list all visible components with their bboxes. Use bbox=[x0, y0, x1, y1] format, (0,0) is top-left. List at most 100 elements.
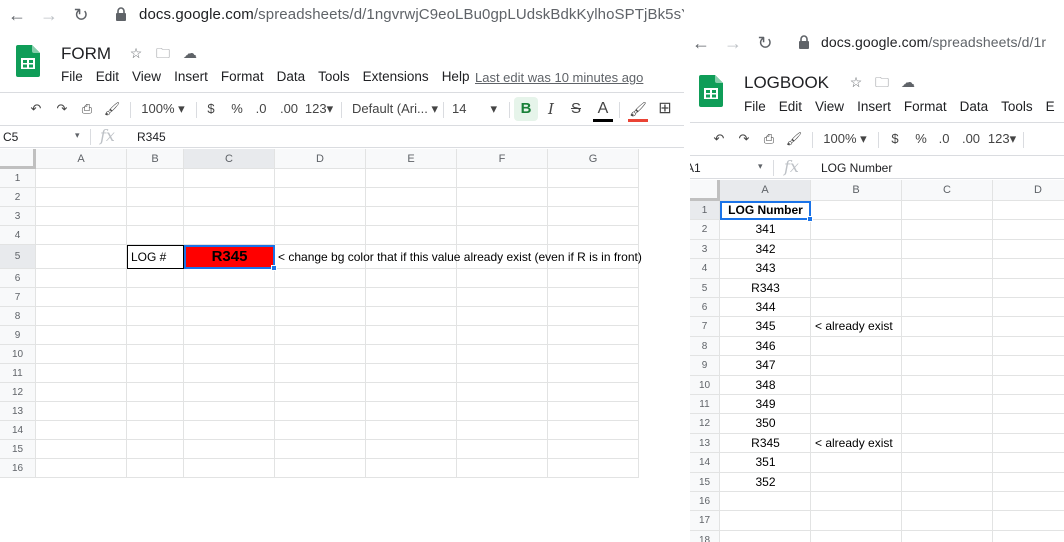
menu-insert[interactable]: Insert bbox=[857, 99, 891, 114]
menu-tools[interactable]: Tools bbox=[1001, 99, 1033, 114]
last-edit-link[interactable]: Last edit was 10 minutes ago bbox=[475, 70, 643, 85]
increase-decimal-button[interactable]: .00 bbox=[960, 123, 982, 155]
redo-icon[interactable]: ↷ bbox=[734, 123, 754, 155]
row-header-14[interactable]: 14 bbox=[0, 421, 36, 440]
menu-data[interactable]: Data bbox=[960, 99, 989, 114]
bold-button[interactable]: B bbox=[514, 97, 538, 121]
log-number-cell[interactable]: 347 bbox=[720, 356, 811, 375]
row-header-18[interactable]: 18 bbox=[690, 530, 720, 542]
back-arrow-icon[interactable]: ← bbox=[6, 4, 28, 26]
formula-input[interactable]: LOG Number bbox=[821, 161, 892, 175]
row-header-3[interactable]: 3 bbox=[690, 239, 720, 260]
row-header-13[interactable]: 13 bbox=[690, 433, 720, 454]
name-box-dropdown-icon[interactable]: ▾ bbox=[758, 161, 763, 172]
forward-arrow-icon[interactable]: → bbox=[722, 32, 744, 54]
column-header-c[interactable]: C bbox=[902, 180, 993, 201]
menu-file[interactable]: File bbox=[61, 69, 83, 84]
row-header-16[interactable]: 16 bbox=[0, 459, 36, 478]
log-number-cell[interactable]: 345 bbox=[720, 317, 811, 336]
undo-icon[interactable]: ↶ bbox=[26, 93, 46, 125]
log-number-cell[interactable]: R345 bbox=[720, 434, 811, 453]
star-icon[interactable]: ☆ bbox=[848, 74, 864, 90]
formula-input[interactable]: R345 bbox=[137, 130, 166, 144]
row-header-8[interactable]: 8 bbox=[690, 336, 720, 357]
document-title[interactable]: LOGBOOK bbox=[744, 73, 829, 93]
name-box-dropdown-icon[interactable]: ▾ bbox=[75, 130, 80, 141]
log-number-cell[interactable]: 344 bbox=[720, 298, 811, 317]
url-text[interactable]: docs.google.com/spreadsheets/d/1ngvrwjC9… bbox=[139, 6, 684, 23]
log-number-cell[interactable]: 348 bbox=[720, 376, 811, 395]
column-header-d[interactable]: D bbox=[993, 180, 1064, 201]
cell-c5-selected[interactable]: R345 bbox=[184, 245, 275, 269]
row-header-17[interactable]: 17 bbox=[690, 511, 720, 531]
name-box[interactable]: A1 bbox=[690, 161, 701, 175]
menu-tools[interactable]: Tools bbox=[318, 69, 350, 84]
decrease-decimal-button[interactable]: .0 bbox=[935, 123, 953, 155]
cell-a1-header[interactable]: LOG Number bbox=[720, 201, 811, 221]
column-header-f[interactable]: F bbox=[457, 149, 548, 169]
log-number-cell[interactable]: 349 bbox=[720, 395, 811, 414]
currency-button[interactable]: $ bbox=[887, 123, 903, 155]
logbook-grid[interactable]: A B C D 1 2 3 4 5 6 7 8 9 10 11 12 13 14 15 16 17 18 LOG Numbe… bbox=[690, 180, 1064, 542]
already-exist-note[interactable]: < already exist bbox=[815, 434, 893, 453]
log-number-cell[interactable]: 351 bbox=[720, 453, 811, 472]
cloud-status-icon[interactable]: ☁ bbox=[182, 45, 198, 61]
column-header-e[interactable]: E bbox=[366, 149, 457, 169]
menu-help[interactable]: Help bbox=[442, 69, 470, 84]
row-header-13[interactable]: 13 bbox=[0, 402, 36, 421]
reload-icon[interactable]: ↻ bbox=[70, 4, 92, 26]
already-exist-note[interactable]: < already exist bbox=[815, 317, 893, 336]
menu-view[interactable]: View bbox=[132, 69, 161, 84]
fill-handle[interactable] bbox=[271, 265, 277, 271]
paint-format-icon[interactable]: 🖌 bbox=[102, 93, 122, 125]
menu-view[interactable]: View bbox=[815, 99, 844, 114]
row-header-1[interactable]: 1 bbox=[0, 169, 36, 188]
row-header-14[interactable]: 14 bbox=[690, 453, 720, 473]
decrease-decimal-button[interactable]: .0 bbox=[252, 93, 270, 125]
row-header-10[interactable]: 10 bbox=[690, 375, 720, 395]
log-number-cell[interactable]: 342 bbox=[720, 240, 811, 259]
strikethrough-button[interactable]: S bbox=[567, 93, 585, 125]
menu-insert[interactable]: Insert bbox=[174, 69, 208, 84]
row-header-4[interactable]: 4 bbox=[690, 259, 720, 279]
cell-d5-note[interactable]: < change bg color that if this value alr… bbox=[278, 245, 642, 269]
row-header-4[interactable]: 4 bbox=[0, 226, 36, 245]
print-icon[interactable]: ⎙ bbox=[759, 123, 779, 155]
forward-arrow-icon[interactable]: → bbox=[38, 4, 60, 26]
font-select[interactable]: Default (Ari... ▾ bbox=[352, 93, 438, 125]
log-number-cell[interactable]: 352 bbox=[720, 473, 811, 492]
row-header-15[interactable]: 15 bbox=[690, 472, 720, 492]
select-all-corner[interactable] bbox=[690, 180, 720, 201]
row-header-7[interactable]: 7 bbox=[0, 288, 36, 307]
log-number-cell[interactable]: 341 bbox=[720, 220, 811, 239]
zoom-select[interactable]: 100% ▾ bbox=[138, 93, 188, 125]
increase-decimal-button[interactable]: .00 bbox=[278, 93, 300, 125]
menu-format[interactable]: Format bbox=[221, 69, 264, 84]
column-header-d[interactable]: D bbox=[275, 149, 366, 169]
sheets-logo-icon[interactable] bbox=[699, 75, 723, 107]
italic-button[interactable]: I bbox=[542, 93, 560, 125]
log-number-cell[interactable]: 346 bbox=[720, 337, 811, 356]
menu-edit[interactable]: Edit bbox=[779, 99, 802, 114]
column-header-b[interactable]: B bbox=[127, 149, 184, 169]
row-header-11[interactable]: 11 bbox=[0, 364, 36, 383]
row-header-2[interactable]: 2 bbox=[0, 188, 36, 207]
row-header-6[interactable]: 6 bbox=[690, 298, 720, 318]
row-header-5[interactable]: 5 bbox=[0, 245, 36, 269]
print-icon[interactable]: ⎙ bbox=[77, 93, 97, 125]
row-header-5[interactable]: 5 bbox=[690, 278, 720, 298]
row-header-9[interactable]: 9 bbox=[0, 326, 36, 345]
text-color-button[interactable]: A bbox=[593, 93, 613, 125]
redo-icon[interactable]: ↷ bbox=[52, 93, 72, 125]
borders-icon[interactable]: ⊞ bbox=[656, 93, 674, 125]
row-header-15[interactable]: 15 bbox=[0, 440, 36, 459]
menu-file[interactable]: File bbox=[744, 99, 766, 114]
column-header-b[interactable]: B bbox=[811, 180, 902, 201]
cell-b5[interactable]: LOG # bbox=[127, 245, 184, 269]
menu-edit[interactable]: Edit bbox=[96, 69, 119, 84]
fill-handle[interactable] bbox=[807, 216, 813, 223]
fill-color-icon[interactable]: 🖌 bbox=[628, 93, 648, 125]
sheets-logo-icon[interactable] bbox=[16, 45, 40, 77]
percent-button[interactable]: % bbox=[912, 123, 930, 155]
more-formats-button[interactable]: 123▾ bbox=[986, 123, 1018, 155]
